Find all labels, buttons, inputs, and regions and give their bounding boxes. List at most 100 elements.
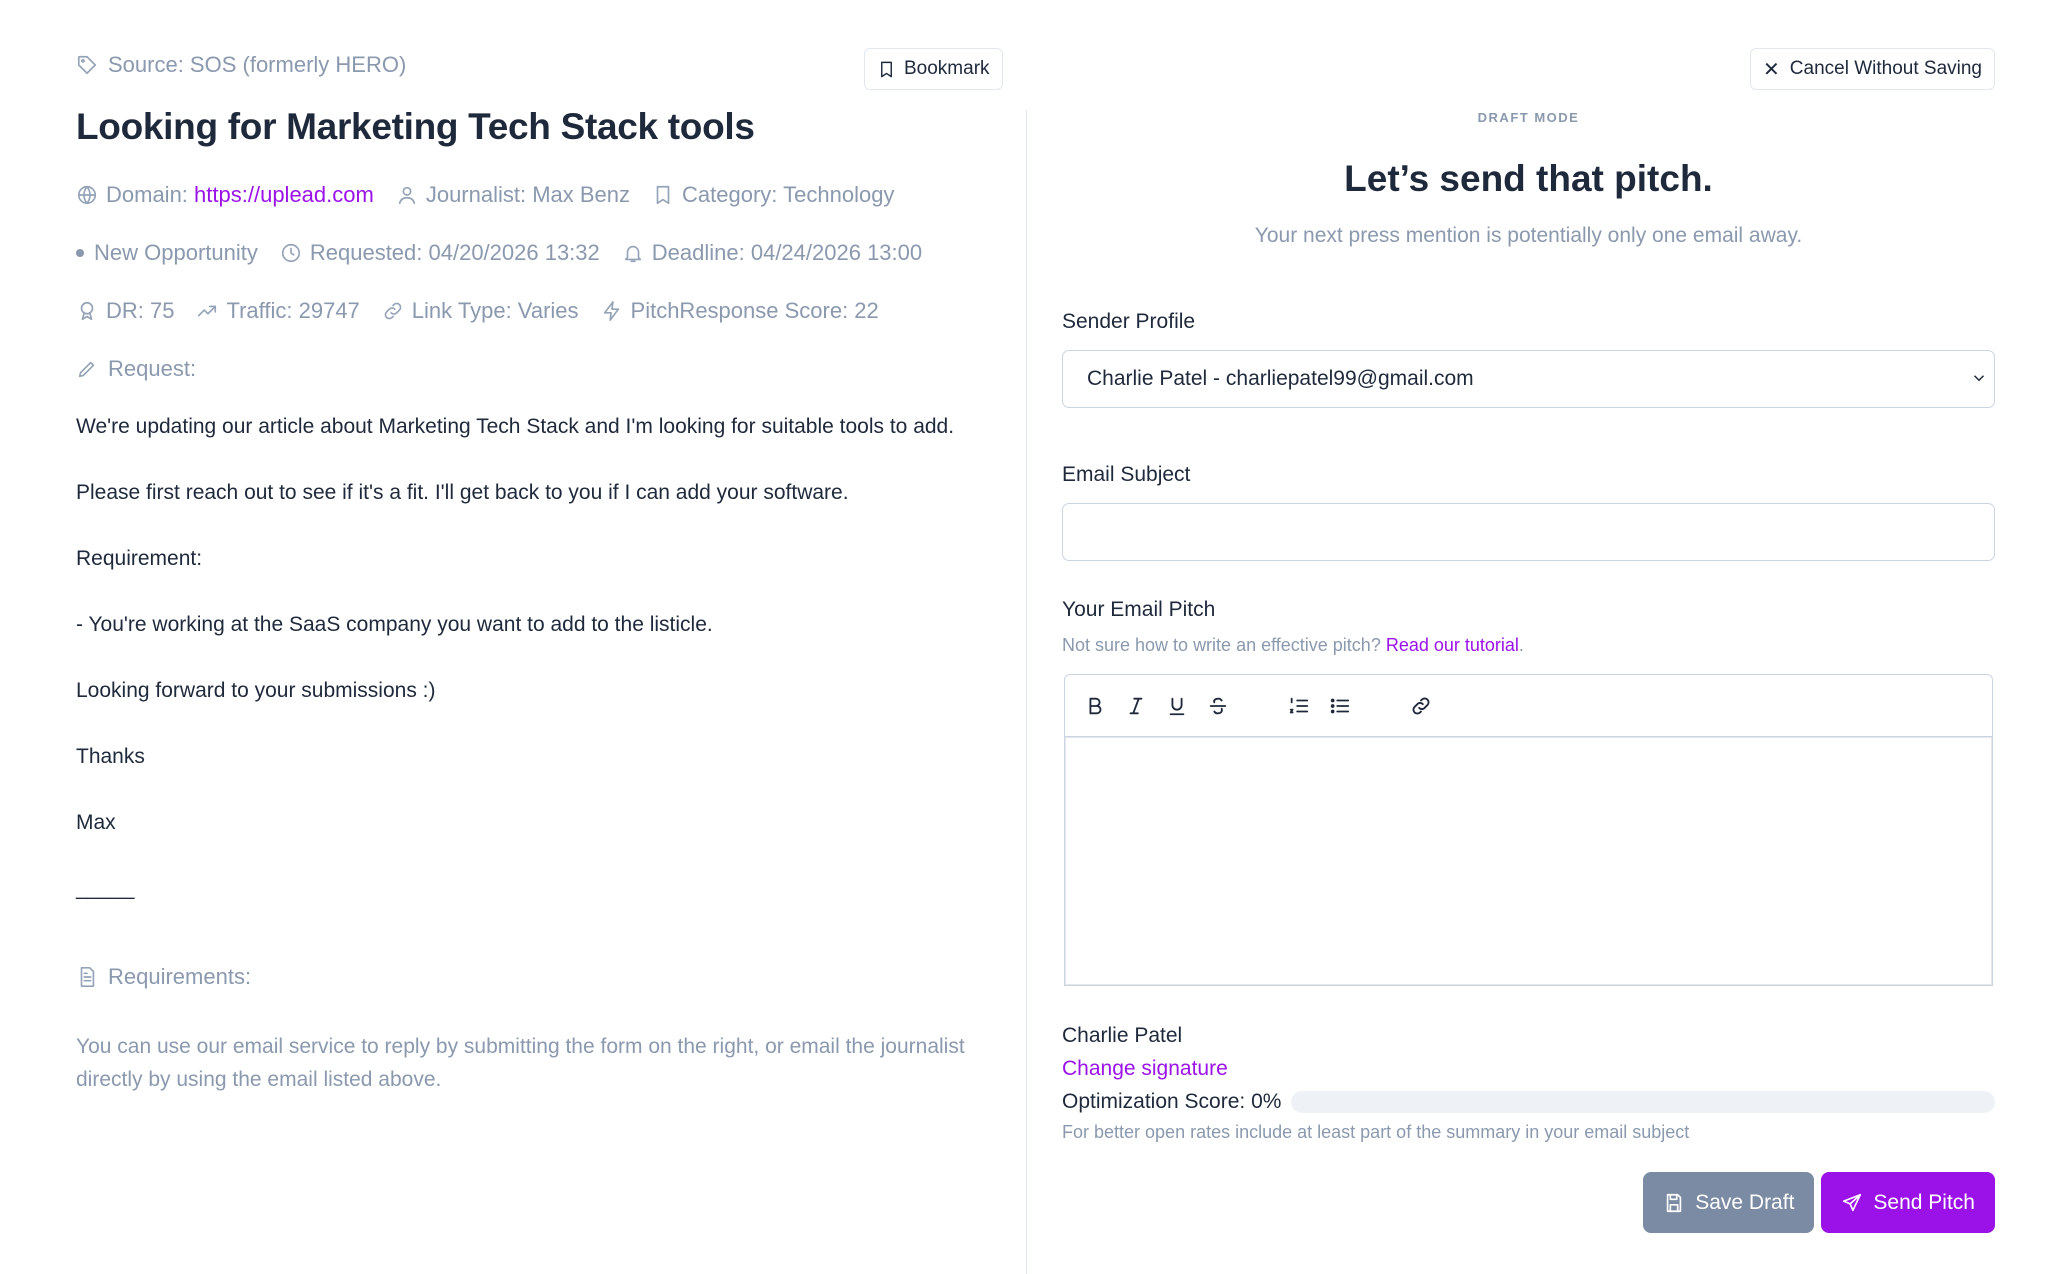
italic-button[interactable]: [1120, 690, 1152, 722]
pencil-icon: [76, 358, 98, 380]
source-row: Source: SOS (formerly HERO): [76, 52, 406, 78]
journalist-text: Journalist: Max Benz: [425, 182, 631, 207]
lightning-icon: [601, 300, 623, 322]
underline-icon: [1169, 697, 1185, 715]
ordered-list-icon: [1289, 697, 1309, 713]
email-subject-label: Email Subject: [1062, 463, 1191, 486]
trending-up-icon: [196, 300, 218, 322]
bullet-list-button[interactable]: [1324, 690, 1356, 722]
optimization-hint: For better open rates include at least p…: [1062, 1122, 1690, 1142]
tutorial-link[interactable]: Read our tutorial: [1386, 635, 1519, 655]
body-divider-text: _____: [76, 877, 135, 900]
body-paragraph: Requirement:: [76, 547, 203, 570]
request-label-text: Request:: [108, 356, 197, 381]
footer-note: You can use our email service to reply b…: [76, 1035, 965, 1091]
domain-link[interactable]: https://uplead.com: [194, 182, 374, 207]
bold-button[interactable]: [1079, 690, 1111, 722]
save-draft-button[interactable]: Save Draft: [1643, 1172, 1815, 1233]
panel-divider: [1026, 110, 1027, 1274]
status-text: New Opportunity: [94, 240, 258, 265]
category-item: Category: Technology: [652, 182, 894, 208]
requested-text: Requested: 04/20/2026 13:32: [309, 240, 600, 265]
form-headline: Let’s send that pitch.: [1344, 158, 1713, 199]
body-paragraph: Please first reach out to see if it's a …: [76, 481, 849, 504]
category-text: Category: Technology: [682, 182, 895, 207]
link-type-item: Link Type: Varies: [382, 298, 579, 324]
body-paragraph: Looking forward to your submissions :): [76, 679, 436, 702]
form-actions: Save Draft Send Pitch: [1643, 1172, 1995, 1233]
close-icon: ✕: [1763, 58, 1780, 81]
request-body: We're updating our article about Marketi…: [76, 410, 1006, 938]
request-label: Request:: [76, 356, 196, 382]
bookmark-icon: [877, 60, 896, 79]
clock-icon: [280, 242, 302, 264]
bell-icon: [622, 242, 644, 264]
document-icon: [76, 966, 98, 988]
requirements-label-text: Requirements:: [108, 964, 252, 989]
dr-text: DR: 75: [106, 298, 175, 323]
change-signature-link[interactable]: Change signature: [1062, 1057, 1228, 1081]
bookmark-button[interactable]: Bookmark: [864, 48, 1003, 90]
cancel-label: Cancel Without Saving: [1789, 58, 1982, 79]
ordered-list-button[interactable]: [1283, 690, 1315, 722]
meta-row-domain: Domain: https://uplead.com Journalist: M…: [76, 182, 916, 208]
request-panel: Source: SOS (formerly HERO) Bookmark Loo…: [76, 0, 1006, 1274]
domain-item: Domain: https://uplead.com: [76, 182, 374, 208]
send-icon: [1843, 1193, 1862, 1211]
strikethrough-icon: [1209, 697, 1227, 714]
bold-icon: [1089, 697, 1102, 714]
optimization-score-label: Optimization Score: 0%: [1062, 1090, 1282, 1113]
hint-suffix: .: [1518, 635, 1524, 655]
sender-profile-label: Sender Profile: [1062, 310, 1196, 333]
meta-row-metrics: DR: 75 Traffic: 29747 Link Type: Varies …: [76, 298, 901, 324]
optimization-progress-bar: [1291, 1091, 1995, 1113]
sender-profile-select[interactable]: Charlie Patel - charliepatel99@gmail.com: [1062, 350, 1995, 408]
save-icon: [1666, 1193, 1682, 1212]
form-subhead: Your next press mention is potentially o…: [1254, 224, 1803, 247]
deadline-item: Deadline: 04/24/2026 13:00: [622, 240, 922, 266]
link-type-text: Link Type: Varies: [411, 298, 579, 323]
insert-link-button[interactable]: [1405, 690, 1437, 722]
bookmark-label: Bookmark: [904, 58, 990, 79]
body-paragraph: Thanks: [76, 745, 145, 768]
draft-mode-label: DRAFT MODE: [1477, 110, 1580, 125]
meta-row-status: New Opportunity Requested: 04/20/2026 13…: [76, 240, 944, 266]
hint-prefix: Not sure how to write an effective pitch…: [1062, 635, 1386, 655]
signature-name: Charlie Patel: [1062, 1024, 1183, 1047]
save-draft-label: Save Draft: [1695, 1190, 1795, 1214]
source-text: Source: SOS (formerly HERO): [108, 52, 407, 77]
editor-toolbar: [1064, 674, 1993, 736]
requested-item: Requested: 04/20/2026 13:32: [280, 240, 600, 266]
sender-profile-value: Charlie Patel - charliepatel99@gmail.com: [1087, 367, 1474, 390]
strikethrough-button[interactable]: [1202, 690, 1234, 722]
email-pitch-label: Your Email Pitch: [1062, 598, 1216, 621]
domain-label: Domain:: [106, 182, 195, 207]
user-icon: [396, 184, 418, 206]
email-pitch-editor[interactable]: [1064, 736, 1993, 986]
status-dot-icon: [76, 249, 84, 257]
pitch-form-panel: ✕ Cancel Without Saving DRAFT MODE Let’s…: [1062, 0, 1995, 1274]
email-subject-input[interactable]: [1062, 503, 1995, 561]
traffic-item: Traffic: 29747: [196, 298, 360, 324]
send-pitch-label: Send Pitch: [1873, 1190, 1975, 1214]
body-paragraph: - You're working at the SaaS company you…: [76, 613, 713, 636]
optimization-score-row: Optimization Score: 0%: [1062, 1090, 1995, 1114]
chevron-down-icon: [1970, 369, 1988, 387]
globe-icon: [76, 184, 98, 206]
italic-icon: [1129, 697, 1143, 714]
cancel-without-saving-button[interactable]: ✕ Cancel Without Saving: [1750, 48, 1995, 90]
bullet-list-icon: [1330, 698, 1350, 713]
underline-button[interactable]: [1161, 690, 1193, 722]
body-paragraph: Max: [76, 811, 116, 834]
status-item: New Opportunity: [76, 240, 258, 266]
dr-item: DR: 75: [76, 298, 174, 324]
traffic-text: Traffic: 29747: [226, 298, 360, 323]
award-icon: [76, 300, 98, 322]
bookmark-icon: [652, 184, 674, 206]
link-icon: [382, 300, 404, 322]
link-icon: [1412, 697, 1430, 714]
send-pitch-button[interactable]: Send Pitch: [1821, 1172, 1995, 1233]
score-item: PitchResponse Score: 22: [601, 298, 879, 324]
journalist-item: Journalist: Max Benz: [396, 182, 630, 208]
deadline-text: Deadline: 04/24/2026 13:00: [651, 240, 923, 265]
